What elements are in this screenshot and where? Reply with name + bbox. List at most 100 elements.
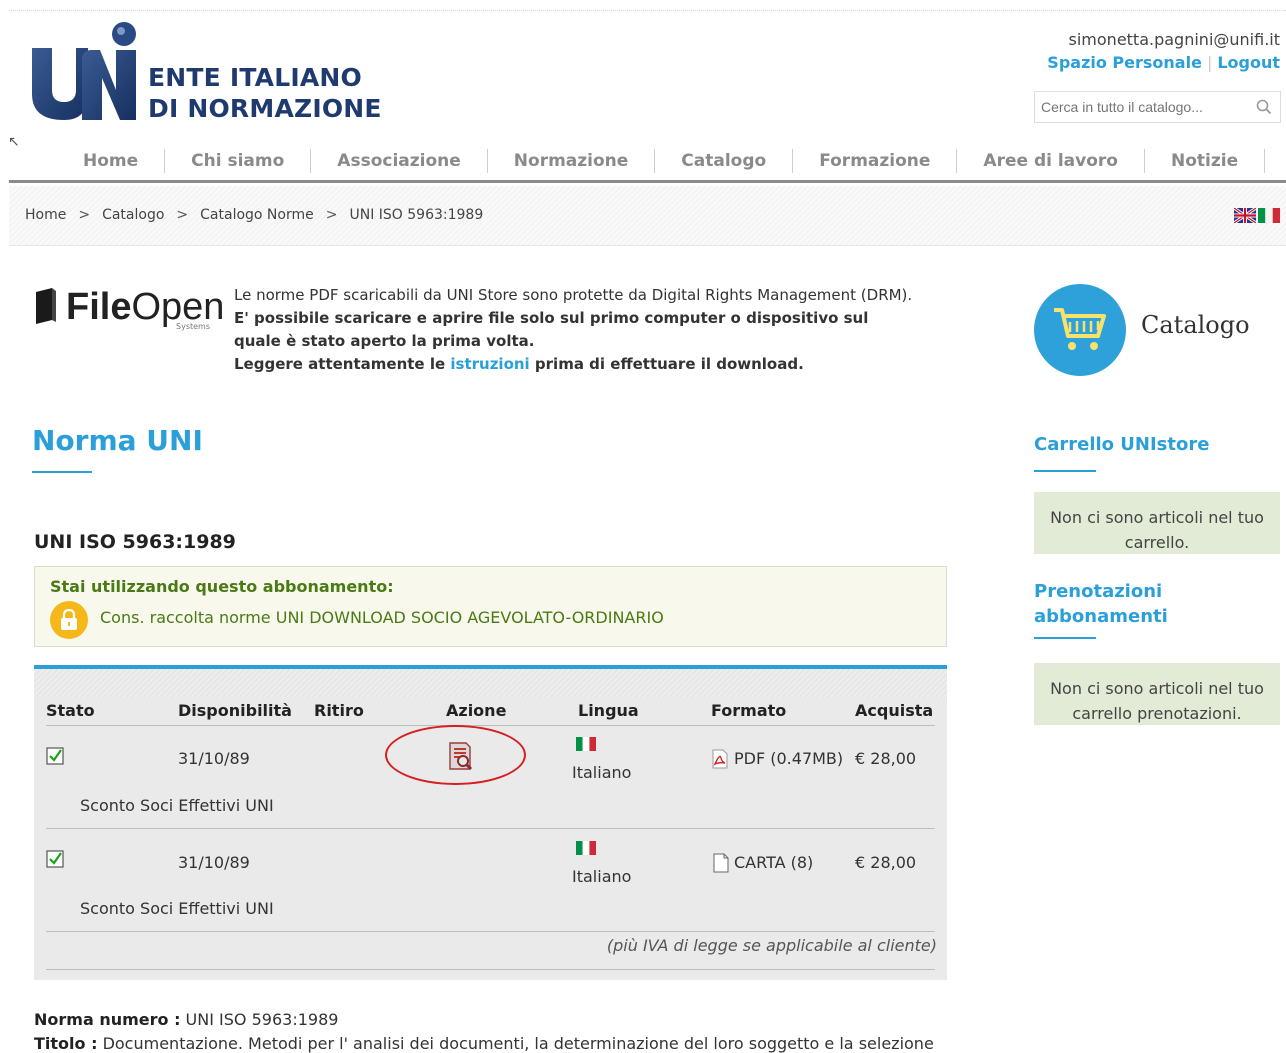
norm-title: Titolo : Documentazione. Metodi per l' a… bbox=[34, 1034, 934, 1053]
row-divider bbox=[46, 828, 935, 829]
breadcrumb-current: UNI ISO 5963:1989 bbox=[349, 207, 484, 223]
breadcrumb: Home > Catalogo > Catalogo Norme > UNI I… bbox=[25, 207, 483, 223]
user-area: simonetta.pagnini@unifi.it Spazio Person… bbox=[1047, 30, 1280, 72]
page-title: Norma UNI bbox=[32, 424, 203, 457]
lock-icon bbox=[50, 601, 88, 639]
vat-note: (più IVA di legge se applicabile al clie… bbox=[606, 936, 937, 955]
prenotazioni-title: Prenotazioni abbonamenti bbox=[1034, 581, 1168, 627]
catalog-cart-icon[interactable] bbox=[1034, 284, 1126, 376]
logout-link[interactable]: Logout bbox=[1217, 53, 1280, 72]
breadcrumb-catalogo[interactable]: Catalogo bbox=[102, 207, 164, 223]
breadcrumb-catalogo-norme[interactable]: Catalogo Norme bbox=[200, 207, 314, 223]
available-check-icon bbox=[46, 850, 64, 868]
nav-item-chi-siamo[interactable]: Chi siamo bbox=[165, 149, 312, 173]
prenotazioni-underline bbox=[1034, 637, 1096, 639]
logo-line-2: DI NORMAZIONE bbox=[148, 94, 382, 123]
pdf-icon bbox=[712, 749, 728, 769]
nav-item-home[interactable]: Home bbox=[55, 149, 166, 173]
breadcrumb-separator: > bbox=[78, 207, 91, 223]
row-divider bbox=[46, 931, 935, 932]
nav-item-associazione[interactable]: Associazione bbox=[311, 149, 488, 173]
uni-logo-mark bbox=[32, 22, 136, 120]
italy-flag-icon bbox=[576, 841, 596, 855]
header-azione: Azione bbox=[446, 701, 507, 720]
subscription-box: Stai utilizzando questo abbonamento: Con… bbox=[34, 566, 947, 647]
uni-logo[interactable]: ENTE ITALIANO DI NORMAZIONE bbox=[30, 20, 400, 125]
norm-number: Norma numero : UNI ISO 5963:1989 bbox=[34, 1010, 338, 1029]
nav-item-normazione[interactable]: Normazione bbox=[488, 149, 656, 173]
row-2-date: 31/10/89 bbox=[178, 853, 250, 872]
purchase-table: Stato Disponibilità Ritiro Azione Lingua… bbox=[34, 669, 947, 980]
istruzioni-link[interactable]: istruzioni bbox=[450, 355, 529, 373]
norm-title-label: Titolo : bbox=[34, 1034, 98, 1053]
cart-title-underline bbox=[1034, 470, 1096, 472]
nav-divider bbox=[9, 180, 1286, 183]
fileopen-book-icon bbox=[36, 288, 56, 324]
paper-document-icon bbox=[713, 853, 729, 873]
row-1-language: Italiano bbox=[572, 763, 632, 782]
cart-empty-message: Non ci sono articoli nel tuo carrello. bbox=[1034, 492, 1280, 554]
search-input[interactable] bbox=[1035, 92, 1245, 122]
logo-line-1: ENTE ITALIANO bbox=[148, 63, 362, 92]
prenotazioni-empty-message: Non ci sono articoli nel tuo carrello pr… bbox=[1034, 663, 1280, 725]
row-1-date: 31/10/89 bbox=[178, 749, 250, 768]
row-2-price: € 28,00 bbox=[855, 853, 917, 872]
row-1-price: € 28,00 bbox=[855, 749, 917, 768]
uk-flag-icon[interactable] bbox=[1234, 208, 1256, 223]
logo-text: ENTE ITALIANO DI NORMAZIONE bbox=[148, 62, 382, 124]
header-stato: Stato bbox=[46, 701, 95, 720]
italy-flag-icon bbox=[576, 737, 596, 751]
user-email: simonetta.pagnini@unifi.it bbox=[1068, 30, 1280, 49]
subscription-name: Cons. raccolta norme UNI DOWNLOAD SOCIO … bbox=[100, 608, 664, 627]
drm-line-1: Le norme PDF scaricabili da UNI Store so… bbox=[234, 286, 913, 304]
breadcrumb-bar: Home > Catalogo > Catalogo Norme > UNI I… bbox=[9, 186, 1286, 246]
search-box bbox=[1034, 91, 1281, 123]
drm-line-3-before: Leggere attentamente le bbox=[234, 355, 451, 373]
subscription-heading: Stai utilizzando questo abbonamento: bbox=[50, 577, 394, 596]
norm-number-label: Norma numero : bbox=[34, 1010, 181, 1029]
header-acquista: Acquista bbox=[855, 701, 934, 720]
user-links: Spazio Personale | Logout bbox=[1047, 53, 1280, 72]
header-formato: Formato bbox=[711, 701, 787, 720]
header-disponibilita: Disponibilità bbox=[178, 701, 292, 720]
table-header-stripe bbox=[34, 669, 947, 697]
nav-item-formazione[interactable]: Formazione bbox=[793, 149, 958, 173]
row-2-discount: Sconto Soci Effettivi UNI bbox=[80, 899, 274, 918]
breadcrumb-separator: > bbox=[325, 207, 338, 223]
drm-line-3: Leggere attentamente le istruzioni prima… bbox=[234, 353, 914, 376]
cursor-icon: ↖ bbox=[8, 134, 20, 150]
norm-title-value: Documentazione. Metodi per l' analisi de… bbox=[97, 1034, 934, 1053]
main-nav: Home Chi siamo Associazione Normazione C… bbox=[55, 149, 1266, 177]
catalogo-label[interactable]: Catalogo bbox=[1141, 311, 1250, 339]
fileopen-brand-bold: File bbox=[66, 286, 132, 328]
italy-flag-icon[interactable] bbox=[1258, 208, 1280, 223]
drm-line-3-after: prima di effettuare il download. bbox=[529, 355, 804, 373]
norm-number-value: UNI ISO 5963:1989 bbox=[180, 1010, 339, 1029]
search-icon[interactable] bbox=[1256, 99, 1272, 115]
drm-line-2: E' possibile scaricare e aprire file sol… bbox=[234, 309, 869, 350]
row-1-discount: Sconto Soci Effettivi UNI bbox=[80, 796, 274, 815]
header-lingua: Lingua bbox=[578, 701, 639, 720]
highlight-circle bbox=[385, 725, 526, 785]
row-2-language: Italiano bbox=[572, 867, 632, 886]
fileopen-systems: Systems bbox=[176, 322, 210, 331]
norm-code: UNI ISO 5963:1989 bbox=[34, 531, 236, 553]
title-underline bbox=[32, 471, 92, 473]
nav-item-notizie[interactable]: Notizie bbox=[1145, 149, 1266, 173]
row-2-format[interactable]: CARTA (8) bbox=[734, 853, 813, 872]
link-separator: | bbox=[1206, 53, 1213, 72]
header-divider bbox=[46, 725, 935, 726]
top-divider bbox=[9, 10, 1286, 11]
nav-item-catalogo[interactable]: Catalogo bbox=[655, 149, 794, 173]
available-check-icon bbox=[46, 747, 64, 765]
breadcrumb-home[interactable]: Home bbox=[25, 207, 66, 223]
row-1-format[interactable]: PDF (0.47MB) bbox=[734, 749, 843, 768]
cart-title: Carrello UNIstore bbox=[1034, 434, 1210, 455]
fileopen-logo: FileOpen Systems bbox=[34, 285, 224, 335]
language-flags bbox=[1234, 208, 1280, 223]
nav-item-aree-di-lavoro[interactable]: Aree di lavoro bbox=[957, 149, 1145, 173]
personal-space-link[interactable]: Spazio Personale bbox=[1047, 53, 1202, 72]
header-ritiro: Ritiro bbox=[314, 701, 364, 720]
drm-notice: Le norme PDF scaricabili da UNI Store so… bbox=[234, 284, 914, 376]
table-bottom-divider bbox=[46, 969, 935, 970]
